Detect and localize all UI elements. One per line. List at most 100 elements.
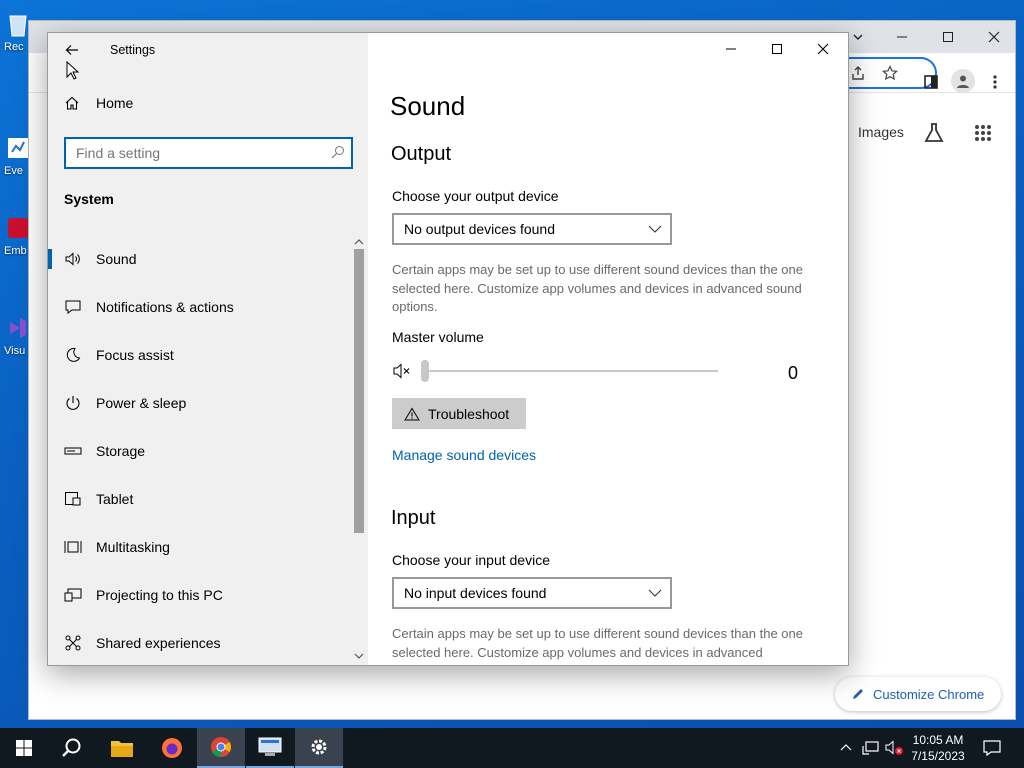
apps-grid-icon[interactable] <box>972 122 994 144</box>
scroll-down-arrow-icon[interactable] <box>354 653 364 663</box>
clock-date: 7/15/2023 <box>911 749 965 763</box>
back-button[interactable] <box>60 39 84 61</box>
nav-item-storage[interactable]: Storage <box>48 427 353 475</box>
mouse-cursor-icon <box>66 61 80 80</box>
folder-icon <box>111 741 133 757</box>
side-panel-icon[interactable] <box>920 71 942 93</box>
scroll-up-arrow-icon[interactable] <box>354 237 364 247</box>
minimize-button[interactable] <box>708 33 754 65</box>
search-box[interactable] <box>64 137 353 169</box>
chrome-menu-icon[interactable] <box>984 71 1006 93</box>
chevron-up-icon[interactable] <box>840 742 852 752</box>
windows-logo-icon <box>16 740 32 756</box>
bookmark-star-icon[interactable] <box>879 62 901 84</box>
window-title: Settings <box>110 43 156 57</box>
home-nav-item[interactable]: Home <box>64 95 133 111</box>
slider-track[interactable] <box>424 370 718 372</box>
taskbar-clock[interactable]: 10:05 AM 7/15/2023 <box>908 732 968 764</box>
profile-avatar-icon[interactable] <box>951 69 975 93</box>
scroll-thumb[interactable] <box>354 249 364 533</box>
search-input[interactable] <box>66 139 316 167</box>
nav-item-notifications[interactable]: Notifications & actions <box>48 283 353 331</box>
close-icon <box>988 31 1000 43</box>
nav-item-sound[interactable]: Sound <box>48 235 353 283</box>
taskbar-settings[interactable] <box>295 728 343 768</box>
taskbar-search-button[interactable] <box>48 728 96 768</box>
settings-window: Settings Home System Sound Notifications… <box>47 32 849 666</box>
nav-item-tablet[interactable]: Tablet <box>48 475 353 523</box>
taskbar-firefox[interactable] <box>148 728 196 768</box>
master-volume-label: Master volume <box>392 329 484 345</box>
labs-flask-icon[interactable] <box>923 122 945 144</box>
start-button[interactable] <box>0 728 48 768</box>
desktop-icon-label: Eve <box>4 165 23 177</box>
computer-management-icon <box>258 737 282 756</box>
nav-scrollbar[interactable] <box>352 235 366 665</box>
nav-item-focus-assist[interactable]: Focus assist <box>48 331 353 379</box>
nav-item-label: Storage <box>96 443 146 459</box>
images-link[interactable]: Images <box>858 124 904 140</box>
input-device-dropdown[interactable]: No input devices found <box>392 577 672 609</box>
input-heading: Input <box>391 507 436 529</box>
minimize-icon <box>726 48 736 50</box>
output-heading: Output <box>391 143 452 165</box>
nav-item-label: Projecting to this PC <box>96 587 223 603</box>
taskbar: 10:05 AM 7/15/2023 <box>0 728 1024 768</box>
home-label: Home <box>96 95 134 111</box>
speaker-icon <box>64 250 82 268</box>
shared-experiences-icon <box>64 634 82 652</box>
manage-sound-devices-link[interactable]: Manage sound devices <box>392 447 536 463</box>
troubleshoot-label: Troubleshoot <box>428 405 510 422</box>
firefox-icon <box>162 738 182 758</box>
customize-chrome-button[interactable]: Customize Chrome <box>835 677 1001 711</box>
customize-chrome-label: Customize Chrome <box>873 686 985 702</box>
power-icon <box>64 394 82 412</box>
storage-icon <box>64 442 82 460</box>
tablet-icon <box>64 490 82 508</box>
warning-icon <box>404 407 420 420</box>
share-icon[interactable] <box>847 62 869 84</box>
nav-item-projecting[interactable]: Projecting to this PC <box>48 571 353 619</box>
volume-muted-icon[interactable] <box>884 739 906 757</box>
chrome-icon <box>211 737 232 758</box>
gear-icon <box>311 739 327 755</box>
settings-nav-pane: Settings Home System Sound Notifications… <box>48 33 368 665</box>
moon-icon <box>64 346 82 364</box>
notification-icon <box>64 298 82 316</box>
slider-thumb[interactable] <box>421 360 429 382</box>
desktop-icon-label: Rec <box>4 41 24 53</box>
minimize-icon <box>897 36 907 38</box>
speaker-muted-icon[interactable] <box>392 362 414 380</box>
input-device-value: No input devices found <box>404 585 547 601</box>
chevron-down-icon <box>853 34 863 40</box>
nav-item-label: Focus assist <box>96 347 174 363</box>
master-volume-slider[interactable] <box>392 359 812 383</box>
chrome-close-button[interactable] <box>971 21 1017 53</box>
nav-item-shared-experiences[interactable]: Shared experiences <box>48 619 353 665</box>
arrow-left-icon <box>65 45 78 55</box>
search-icon <box>331 146 344 159</box>
taskbar-chrome[interactable] <box>197 728 245 768</box>
taskbar-control-panel[interactable] <box>246 728 294 768</box>
pencil-icon <box>853 689 863 699</box>
maximize-button[interactable] <box>754 33 800 65</box>
output-device-dropdown[interactable]: No output devices found <box>392 213 672 245</box>
master-volume-value: 0 <box>788 363 799 383</box>
nav-item-label: Multitasking <box>96 539 170 555</box>
nav-item-power-sleep[interactable]: Power & sleep <box>48 379 353 427</box>
close-button[interactable] <box>800 33 846 65</box>
action-center-icon[interactable] <box>983 739 1001 757</box>
maximize-icon <box>772 44 782 54</box>
taskbar-file-explorer[interactable] <box>98 728 146 768</box>
nav-item-label: Notifications & actions <box>96 299 234 315</box>
nav-item-label: Tablet <box>96 491 134 507</box>
chrome-maximize-button[interactable] <box>925 21 971 53</box>
nav-item-label: Shared experiences <box>96 635 221 651</box>
chrome-minimize-button[interactable] <box>879 21 925 53</box>
network-icon[interactable] <box>862 740 880 756</box>
troubleshoot-button[interactable]: Troubleshoot <box>392 398 526 429</box>
nav-list: Sound Notifications & actions Focus assi… <box>48 235 353 665</box>
input-device-label: Choose your input device <box>392 552 550 568</box>
nav-item-multitasking[interactable]: Multitasking <box>48 523 353 571</box>
chevron-down-icon <box>648 589 662 597</box>
